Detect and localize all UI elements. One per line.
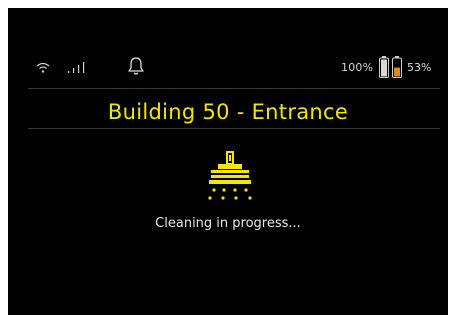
divider [28, 128, 440, 129]
battery-percent-right: 53% [407, 61, 432, 74]
bell-icon[interactable] [127, 56, 145, 76]
wifi-icon [36, 62, 50, 73]
location-title: Building 50 - Entrance [107, 100, 349, 124]
status-bar: 100% 53% [8, 8, 448, 88]
floor-scrubber-icon [208, 151, 252, 200]
divider [28, 88, 440, 89]
battery-icon [379, 56, 389, 78]
status-message: Cleaning in progress... [155, 216, 301, 231]
battery-percent-left: 100% [341, 61, 374, 74]
device-screen: 100% 53% Building 50 - Entrance Cleaning… [8, 8, 448, 315]
battery-icon [392, 56, 402, 78]
signal-bars-icon [68, 62, 85, 73]
